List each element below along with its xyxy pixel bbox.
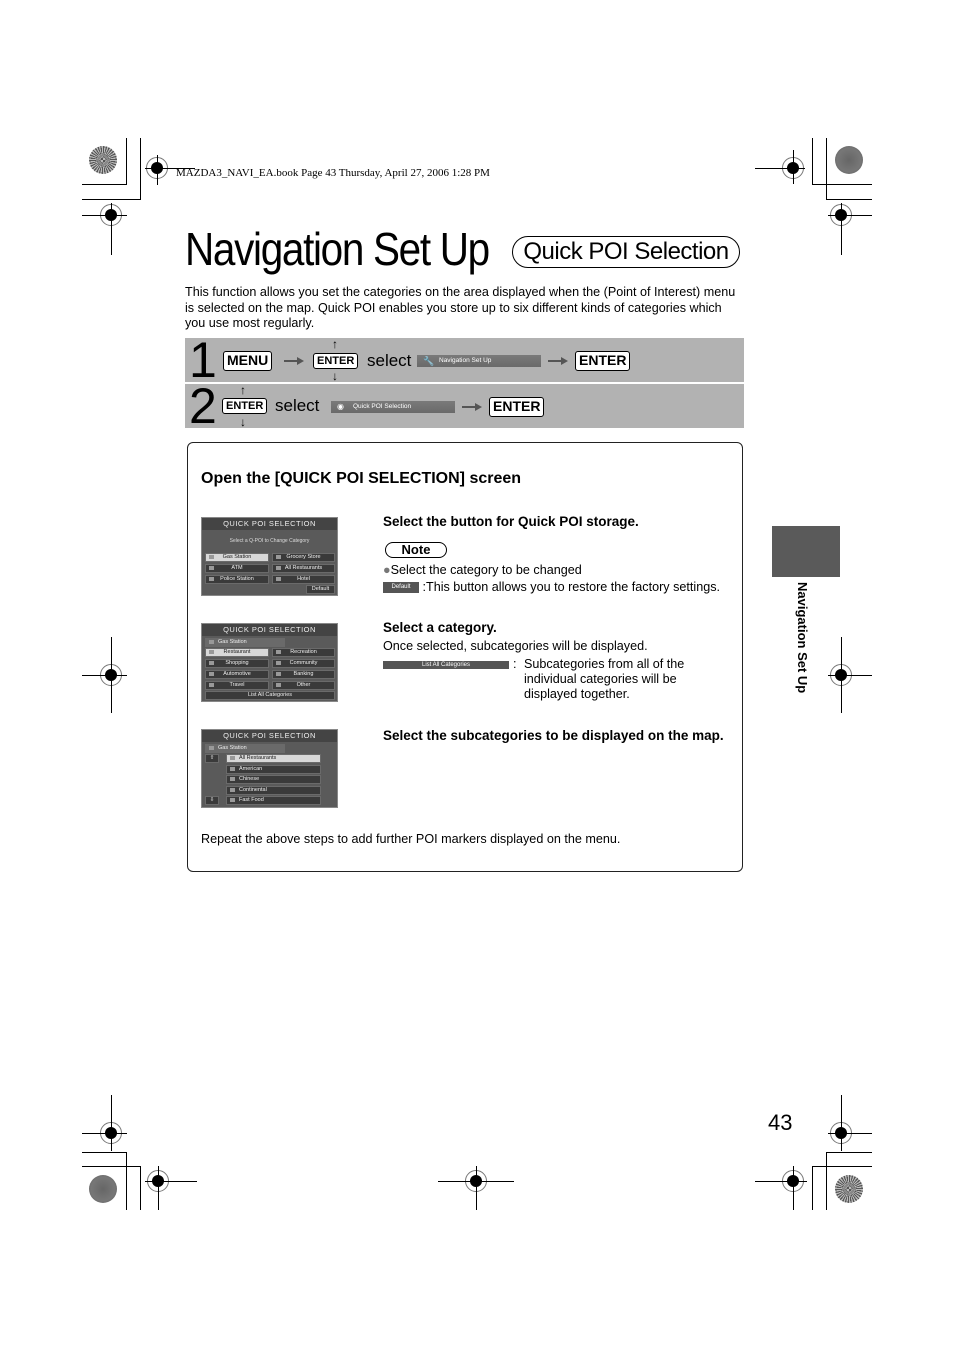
enter-key: ENTER <box>489 397 545 417</box>
arrow-right-icon <box>548 357 568 365</box>
poi-slot-button[interactable]: Gas Station <box>205 553 269 562</box>
current-slot-label: Gas Station <box>205 744 285 753</box>
subcategory-item[interactable]: All Restaurants <box>226 754 321 763</box>
list-all-description: Subcategories from all of the individual… <box>524 657 685 701</box>
screen-title: QUICK POI SELECTION <box>202 624 337 636</box>
page-title: Navigation Set Up <box>185 223 490 275</box>
select-word: select <box>275 396 320 415</box>
instruction-body: Once selected, subcategories will be dis… <box>383 639 648 653</box>
side-tab-block <box>772 526 840 577</box>
arrow-down-icon: ↓ <box>240 415 246 429</box>
panel-heading: Open the [QUICK POI SELECTION] screen <box>201 470 522 487</box>
menu-item-chip: 🔧 Navigation Set Up <box>417 355 541 367</box>
list-all-categories-button[interactable]: List All Categories <box>205 691 335 700</box>
screen-select-subcategories: QUICK POI SELECTION Gas Station ⇧ ⇩ All … <box>201 729 338 808</box>
step-1-bar: 1 MENU ↑ ENTER ↓ select 🔧 Navigation Set… <box>185 334 744 386</box>
starburst-icon <box>89 146 117 174</box>
arrow-up-icon: ↑ <box>332 337 338 351</box>
enter-key-small: ENTER <box>222 398 268 414</box>
select-word: select <box>367 351 412 370</box>
arrow-right-icon <box>284 357 304 365</box>
arrow-down-icon: ↓ <box>332 369 338 383</box>
list-desc-colon: : <box>513 657 517 671</box>
wrench-icon: 🔧 <box>423 356 435 366</box>
poi-slot-button[interactable]: Police Station <box>205 575 269 584</box>
step-number: 2 <box>189 378 217 434</box>
arrow-right-icon <box>462 403 482 411</box>
bullet-icon: ● <box>383 563 391 577</box>
screen-title: QUICK POI SELECTION <box>202 518 337 530</box>
category-button[interactable]: Shopping <box>205 659 269 668</box>
section-subtitle-pill: Quick POI Selection <box>512 236 740 268</box>
menu-item-label: Quick POI Selection <box>353 403 412 410</box>
note-label: Note <box>385 542 447 558</box>
starburst-icon <box>89 1175 117 1203</box>
poi-slot-button[interactable]: All Restaurants <box>272 564 335 573</box>
poi-slot-button[interactable]: ATM <box>205 564 269 573</box>
starburst-icon <box>835 146 863 174</box>
poi-slot-button[interactable]: Grocery Store <box>272 553 335 562</box>
default-button[interactable]: Default <box>306 585 335 594</box>
screen-prompt: Select a Q-POI to Change Category <box>229 538 310 544</box>
menu-key: MENU <box>223 351 273 371</box>
camera-icon: ◉ <box>337 402 344 411</box>
panel-footer: Repeat the above steps to add further PO… <box>201 832 621 846</box>
scroll-up-button[interactable]: ⇧ <box>205 754 219 763</box>
default-note: Default :This button allows you to resto… <box>383 580 723 595</box>
arrow-up-icon: ↑ <box>240 383 246 397</box>
starburst-icon <box>835 1175 863 1203</box>
category-button[interactable]: Recreation <box>272 648 335 657</box>
page-number: 43 <box>768 1110 793 1135</box>
category-button[interactable]: Travel <box>205 681 269 690</box>
category-button[interactable]: Automotive <box>205 670 269 679</box>
category-button[interactable]: Restaurant <box>205 648 269 657</box>
screen-select-category: QUICK POI SELECTION Gas Station Restaura… <box>201 623 338 702</box>
category-button[interactable]: Community <box>272 659 335 668</box>
subcategory-item[interactable]: Chinese <box>226 775 321 784</box>
side-tab-label: Navigation Set Up <box>795 582 810 694</box>
current-slot-label: Gas Station <box>205 638 285 647</box>
step-2-bar: 2 ↑ ENTER ↓ select ◉ Quick POI Selection… <box>185 380 744 432</box>
instruction-heading: Select a category. <box>383 620 497 635</box>
category-button[interactable]: Other <box>272 681 335 690</box>
instruction-heading: Select the subcategories to be displayed… <box>383 728 724 743</box>
category-button[interactable]: Banking <box>272 670 335 679</box>
poi-slot-button[interactable]: Hotel <box>272 575 335 584</box>
print-header-meta: MAZDA3_NAVI_EA.book Page 43 Thursday, Ap… <box>176 167 490 179</box>
enter-key: ENTER <box>575 351 631 371</box>
screen-title: QUICK POI SELECTION <box>202 730 337 742</box>
instruction-heading: Select the button for Quick POI storage. <box>383 514 639 529</box>
intro-paragraph: This function allows you set the categor… <box>185 285 736 330</box>
note-bullet: ●Select the category to be changed <box>383 563 582 577</box>
menu-item-label: Navigation Set Up <box>439 357 492 364</box>
subcategory-item[interactable]: Fast Food <box>226 796 321 805</box>
scroll-down-button[interactable]: ⇩ <box>205 796 219 805</box>
list-all-categories-chip: List All Categories <box>383 661 509 669</box>
default-chip: Default <box>383 582 419 594</box>
screen-quick-poi-storage: QUICK POI SELECTION Select a Q-POI to Ch… <box>201 517 338 596</box>
subcategory-item[interactable]: American <box>226 765 321 774</box>
menu-item-chip: ◉ Quick POI Selection <box>331 401 455 413</box>
enter-key-small: ENTER <box>313 353 359 369</box>
subcategory-item[interactable]: Continental <box>226 786 321 795</box>
